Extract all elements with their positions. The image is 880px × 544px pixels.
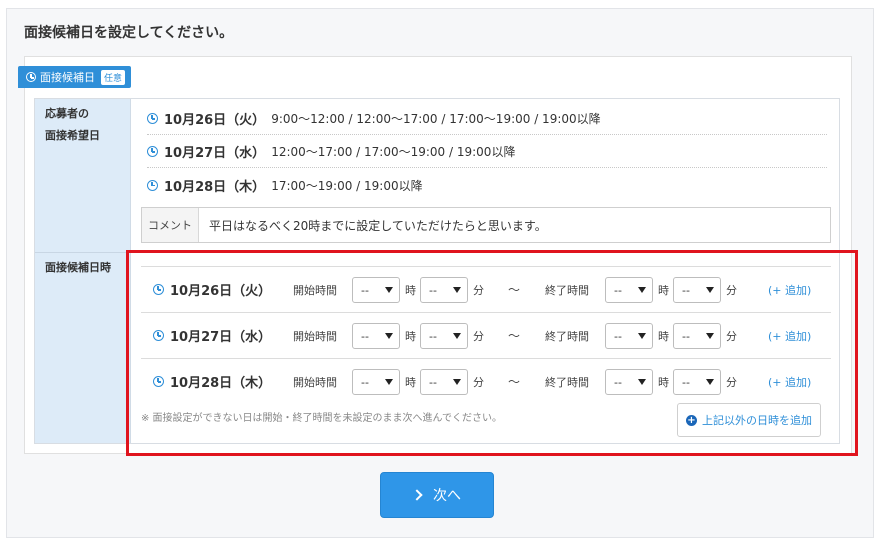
pref-date: 10月26日（火） (164, 113, 266, 128)
applicant-pref-label-line2: 面接希望日 (45, 129, 100, 142)
applicant-pref-label-line1: 応募者の (45, 107, 89, 120)
page-title: 面接候補日を設定してください。 (24, 25, 234, 41)
comment-box: コメント 平日はなるべく20時までに設定していただけたらと思います。 (141, 207, 831, 243)
next-button[interactable]: 次へ (380, 472, 494, 518)
chevron-right-icon (411, 489, 423, 501)
pref-times: 9:00〜12:00 / 12:00〜17:00 / 17:00〜19:00 /… (271, 112, 601, 126)
clock-icon (147, 113, 158, 124)
clock-icon (26, 72, 36, 82)
section-tag: 面接候補日 任意 (18, 66, 132, 88)
candidate-dates-label: 面接候補日時 (45, 261, 111, 274)
pref-row: 10月28日（木） 17:00〜19:00 / 19:00以降 (147, 169, 827, 201)
clock-icon (147, 179, 158, 191)
label-divider (35, 252, 131, 253)
applicant-pref-label: 応募者の 面接希望日 (45, 103, 100, 147)
comment-label: コメント (148, 219, 192, 232)
pref-times: 12:00〜17:00 / 17:00〜19:00 / 19:00以降 (271, 145, 516, 159)
clock-icon (147, 146, 158, 157)
next-button-label: 次へ (433, 488, 461, 504)
pref-row: 10月26日（火） 9:00〜12:00 / 12:00〜17:00 / 17:… (147, 103, 827, 135)
comment-text: 平日はなるべく20時までに設定していただけたらと思います。 (198, 208, 830, 242)
optional-badge: 任意 (101, 69, 126, 85)
section-tag-label: 面接候補日 (40, 71, 95, 84)
highlight-box (126, 250, 858, 456)
pref-times: 17:00〜19:00 / 19:00以降 (271, 178, 423, 193)
pref-row: 10月27日（水） 12:00〜17:00 / 17:00〜19:00 / 19… (147, 136, 827, 168)
pref-date: 10月27日（水） (164, 146, 266, 161)
pref-date: 10月28日（木） (164, 179, 266, 195)
